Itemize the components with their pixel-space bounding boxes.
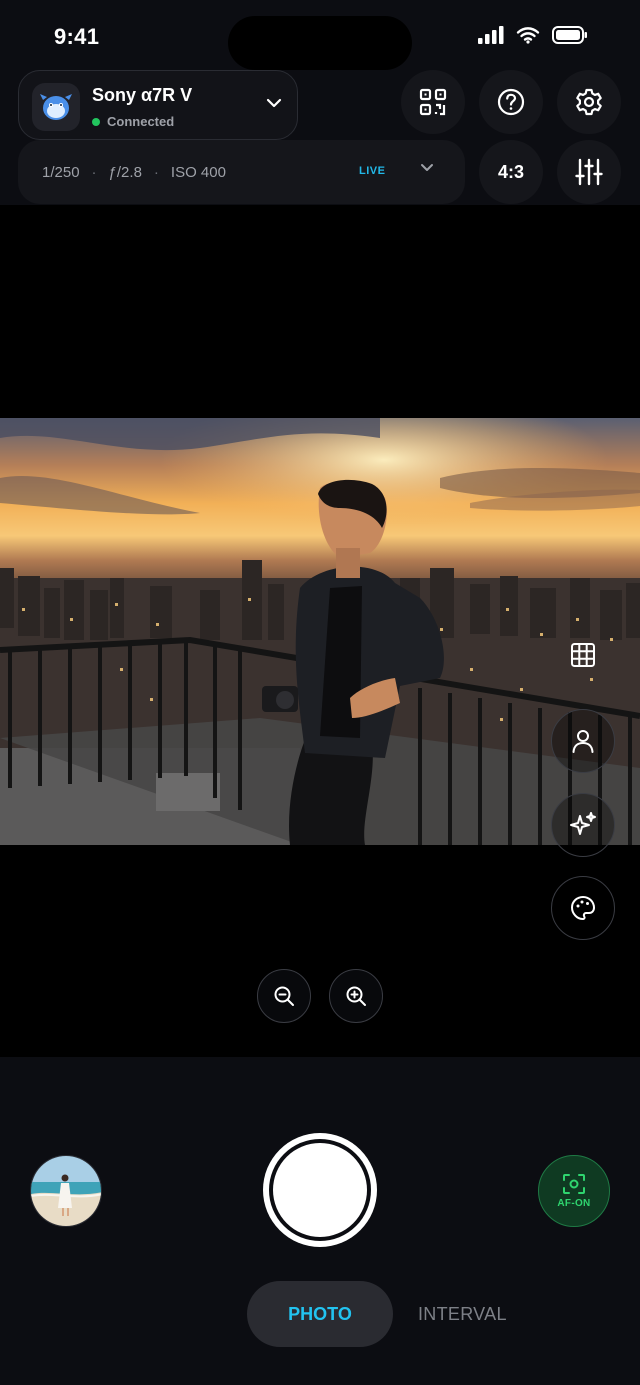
camera-avatar [32,83,80,131]
mode-tab-photo[interactable]: PHOTO [247,1281,393,1347]
connection-status: Connected [92,114,174,129]
aperture-value: ƒ/2.8 [108,164,142,181]
enhance-button[interactable] [551,793,615,857]
iso-value: ISO 400 [170,164,226,181]
wifi-icon [516,27,540,44]
mascot-icon [40,94,72,120]
camera-name: Sony α7R V [92,85,193,105]
shutter-ring [269,1139,371,1241]
palette-icon [570,895,596,921]
aspect-ratio-button[interactable]: 4:3 [479,140,543,204]
capture-controls: AF-ON PHOTO INTERVAL [0,1057,640,1385]
settings-icon [576,88,602,116]
status-time: 9:41 [54,24,100,49]
person-icon [572,730,594,753]
color-filter-button[interactable] [551,876,615,940]
zoom-in-icon [346,986,366,1006]
shutter-speed: 1/250 [42,164,80,181]
separator: · [91,164,97,181]
zoom-out-icon [274,986,294,1006]
focus-frame-icon [563,1174,585,1194]
af-on-button[interactable]: AF-ON [538,1155,610,1227]
beach-photo-thumbnail [31,1156,101,1226]
af-on-label: AF-ON [557,1198,591,1209]
status-icons [478,26,588,44]
top-bar: 9:41 Sony α7R V Connected 1/250 · ƒ/2.8 … [0,0,640,205]
zoom-out-button[interactable] [257,969,311,1023]
camera-selector[interactable]: Sony α7R V Connected [18,70,298,140]
separator: · [153,164,159,181]
qr-code-icon [419,88,447,116]
status-bar: 9:41 [0,0,640,72]
mode-tab-interval[interactable]: INTERVAL [418,1304,507,1325]
qr-code-button[interactable] [401,70,465,134]
portrait-mode-button[interactable] [551,709,615,773]
dynamic-island [228,16,412,70]
sparkles-icon [570,812,596,835]
settings-button[interactable] [557,70,621,134]
exposure-readout[interactable]: 1/250 · ƒ/2.8 · ISO 400 LIVE [18,140,465,204]
live-badge: LIVE [359,165,386,177]
rooftop-sunset-photo [0,418,640,845]
help-button[interactable] [479,70,543,134]
adjustments-button[interactable] [557,140,621,204]
help-icon [497,88,525,116]
chevron-down-icon [421,164,433,171]
shutter-button[interactable] [263,1133,377,1247]
grid-button[interactable] [551,623,615,687]
live-preview-image [0,418,640,845]
cellular-signal-icon [478,26,504,44]
battery-icon [552,26,587,44]
last-photo-thumbnail[interactable] [30,1155,102,1227]
grid-icon [571,643,595,667]
chevron-down-icon [266,98,282,108]
shutter-core [273,1143,367,1237]
viewfinder[interactable] [0,205,640,1057]
sliders-icon [575,158,603,186]
zoom-in-button[interactable] [329,969,383,1023]
exposure-values: 1/250 · ƒ/2.8 · ISO 400 [42,164,226,181]
